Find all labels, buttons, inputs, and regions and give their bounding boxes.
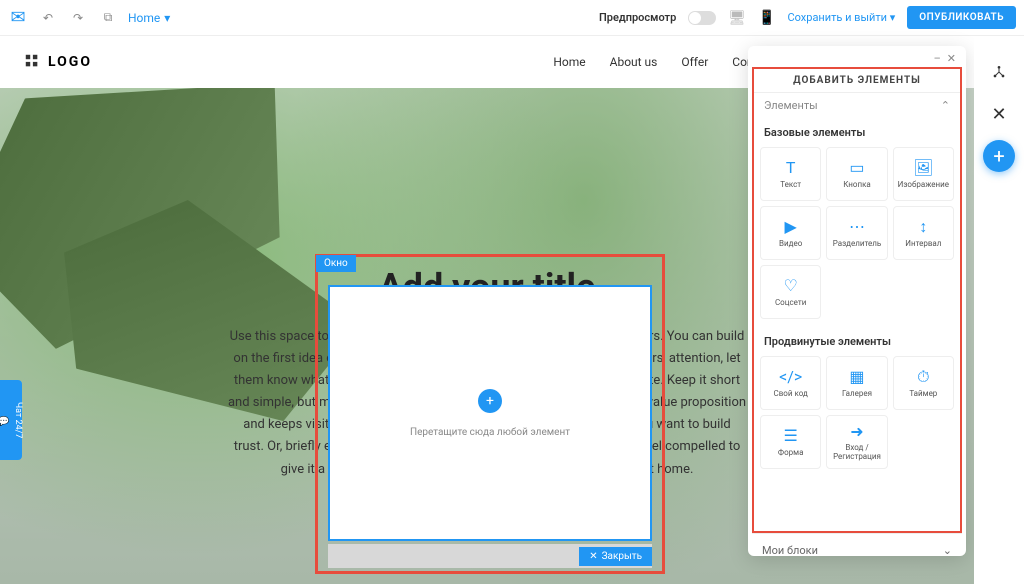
preview-label: Предпросмотр [599,11,676,24]
nav-item[interactable]: Offer [681,55,708,69]
tile-social[interactable]: ♡Соцсети [760,265,821,319]
tile-divider[interactable]: ⋯Разделитель [826,206,887,260]
close-panel-button[interactable]: ✕ [983,98,1015,130]
tile-gallery[interactable]: ▦Галерея [826,356,887,410]
chevron-down-icon: ▾ [890,11,896,24]
site-logo[interactable]: LOGO [24,53,92,71]
desktop-icon[interactable]: 🖥 [728,10,746,26]
tile-code[interactable]: </>Свой код [760,356,821,410]
preview-toggle[interactable] [688,11,716,25]
undo-icon[interactable]: ↶ [38,8,58,28]
chat-icon: 💬 [0,415,9,426]
code-icon: </> [779,368,802,386]
tile-text[interactable]: TТекст [760,147,821,201]
close-icon: ✕ [589,551,597,562]
chevron-down-icon: ▾ [164,11,170,25]
add-element-icon[interactable]: + [478,389,502,413]
tile-login[interactable]: ➜Вход / Регистрация [826,415,887,469]
popup-dropzone[interactable]: + Перетащите сюда любой элемент [328,285,652,541]
tile-timer[interactable]: ⏱Таймер [893,356,954,410]
popup-close-button[interactable]: ✕ Закрыть [579,547,652,566]
chevron-up-icon: ⌃ [941,99,950,112]
tile-video[interactable]: ▶Видео [760,206,821,260]
top-toolbar: ✉ ↶ ↷ ⧉ Home ▾ Предпросмотр 🖥 📱 Сохранит… [0,0,1024,36]
nav-item[interactable]: Home [553,55,585,69]
close-icon[interactable]: ✕ [947,52,956,65]
text-icon: T [786,159,796,177]
tile-button[interactable]: ▭Кнопка [826,147,887,201]
mobile-icon[interactable]: 📱 [758,10,775,26]
page-dropdown[interactable]: Home ▾ [128,11,170,25]
tile-form[interactable]: ☰Форма [760,415,821,469]
save-exit-link[interactable]: Сохранить и выйти ▾ [787,11,895,24]
chevron-down-icon: ⌄ [943,544,952,557]
page-dropdown-label: Home [128,11,160,25]
form-icon: ☰ [783,427,797,445]
logo-icon [24,53,42,71]
app-logo-icon[interactable]: ✉ [8,8,28,28]
tile-spacer[interactable]: ↕Интервал [893,206,954,260]
dropzone-hint: Перетащите сюда любой элемент [410,427,570,438]
timer-icon: ⏱ [917,368,929,386]
elements-panel: – ✕ ДОБАВИТЬ ЭЛЕМЕНТЫ Элементы⌃ Базовые … [748,46,966,556]
image-icon: 🖼 [913,159,933,177]
add-button[interactable]: + [983,140,1015,172]
publish-button[interactable]: ОПУБЛИКОВАТЬ [907,6,1016,29]
right-rail: ✕ + [974,36,1024,584]
video-icon: ▶ [785,218,797,236]
my-blocks-accordion[interactable]: Мои блоки⌄ [752,533,962,567]
popup-tag[interactable]: Окно [316,255,356,272]
popup-footer: ✕ Закрыть [328,544,652,568]
login-icon: ➜ [850,422,863,440]
nav-item[interactable]: About us [610,55,658,69]
spacer-icon: ↕ [919,218,927,236]
redo-icon[interactable]: ↷ [68,8,88,28]
divider-icon: ⋯ [849,218,865,236]
button-icon: ▭ [849,159,864,177]
popup-selection[interactable]: Окно + Перетащите сюда любой элемент ✕ З… [315,254,665,574]
minimize-icon[interactable]: – [934,52,941,65]
gallery-icon: ▦ [849,368,864,386]
panel-title: ДОБАВИТЬ ЭЛЕМЕНТЫ [754,69,960,92]
copy-icon[interactable]: ⧉ [98,8,118,28]
basic-section-header: Базовые элементы [754,118,960,147]
logo-text: LOGO [48,54,92,70]
social-icon: ♡ [783,277,797,295]
tile-image[interactable]: 🖼Изображение [893,147,954,201]
structure-button[interactable] [983,56,1015,88]
advanced-section-header: Продвинутые элементы [754,327,960,356]
elements-accordion[interactable]: Элементы⌃ [754,92,960,118]
chat-widget[interactable]: Чат 24/7 💬 [0,380,22,460]
